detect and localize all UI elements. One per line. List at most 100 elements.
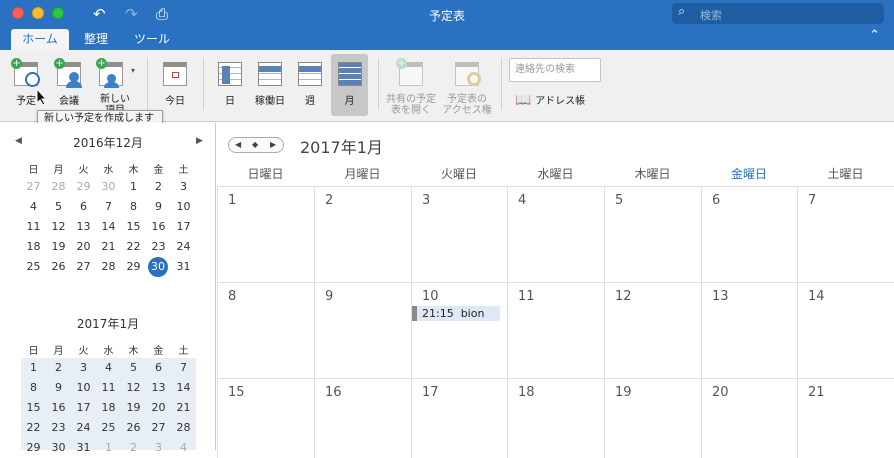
mini-day[interactable]: 8 [21, 379, 46, 397]
day-cell[interactable]: 5 [604, 186, 702, 283]
mini-day[interactable]: 4 [96, 359, 121, 377]
day-cell[interactable]: 15 [217, 378, 315, 458]
mini-day[interactable]: 31 [171, 258, 196, 276]
previous-icon[interactable]: ◀ [235, 140, 241, 149]
mini-day[interactable]: 22 [21, 419, 46, 437]
day-cell[interactable]: 13 [701, 282, 798, 379]
mini-day[interactable]: 18 [96, 399, 121, 417]
workweek-view-button[interactable]: 稼働日 [252, 54, 288, 116]
mini-day[interactable]: 24 [71, 419, 96, 437]
next-icon[interactable]: ▶ [270, 140, 276, 149]
day-cell[interactable]: 1 [217, 186, 315, 283]
mini-day[interactable]: 30 [148, 257, 168, 277]
day-cell[interactable]: 16 [314, 378, 412, 458]
mini-day[interactable]: 9 [46, 379, 71, 397]
today-button[interactable]: 今日 [160, 54, 190, 116]
calendar-event[interactable]: 21:15 bion [412, 306, 500, 321]
mini-day[interactable]: 27 [146, 419, 171, 437]
mini-day[interactable]: 4 [171, 439, 196, 457]
week-view-button[interactable]: 週 [294, 54, 326, 116]
mini-day[interactable]: 19 [121, 399, 146, 417]
mini-day[interactable]: 21 [96, 238, 121, 256]
mini-day[interactable]: 3 [71, 359, 96, 377]
day-cell[interactable]: 17 [411, 378, 508, 458]
day-cell[interactable]: 10 [411, 282, 508, 379]
mini-day[interactable]: 1 [96, 439, 121, 457]
meeting-button[interactable]: + 会議 [52, 54, 86, 116]
mini-day[interactable]: 23 [146, 238, 171, 256]
day-cell[interactable]: 7 [797, 186, 894, 283]
mini-day[interactable]: 2 [121, 439, 146, 457]
mini-day[interactable]: 20 [146, 399, 171, 417]
mini-day[interactable]: 3 [171, 178, 196, 196]
mini-day[interactable]: 29 [121, 258, 146, 276]
mini-day[interactable]: 7 [96, 198, 121, 216]
mini-day[interactable]: 6 [146, 359, 171, 377]
day-cell[interactable]: 8 [217, 282, 315, 379]
day-cell[interactable]: 2 [314, 186, 412, 283]
mini-day[interactable]: 5 [46, 198, 71, 216]
mini-day[interactable]: 7 [171, 359, 196, 377]
search-input[interactable]: ⌕ 検索 [672, 3, 884, 24]
day-cell[interactable]: 20 [701, 378, 798, 458]
mini-day[interactable]: 31 [71, 439, 96, 457]
mini-day[interactable]: 29 [21, 439, 46, 457]
mini-day[interactable]: 1 [21, 359, 46, 377]
mini-day[interactable]: 9 [146, 198, 171, 216]
open-shared-calendar-button[interactable]: + 共有の予定 表を開く [385, 54, 437, 116]
mini-day[interactable]: 28 [46, 178, 71, 196]
mini-day[interactable]: 24 [171, 238, 196, 256]
mini-day[interactable]: 26 [46, 258, 71, 276]
mini-day[interactable]: 14 [171, 379, 196, 397]
mini-day[interactable]: 30 [46, 439, 71, 457]
mini-day[interactable]: 12 [46, 218, 71, 236]
today-diamond-icon[interactable]: ◆ [252, 140, 258, 149]
month-view-button[interactable]: 月 [331, 54, 368, 116]
mini-day[interactable]: 5 [121, 359, 146, 377]
mini-day[interactable]: 30 [96, 178, 121, 196]
mini-day[interactable]: 26 [121, 419, 146, 437]
mini-day[interactable]: 3 [146, 439, 171, 457]
day-view-button[interactable]: 日 [214, 54, 246, 116]
day-cell[interactable]: 14 [797, 282, 894, 379]
mini-day[interactable]: 28 [96, 258, 121, 276]
new-appointment-button[interactable]: + 予定 [8, 54, 44, 116]
mini-day[interactable]: 10 [171, 198, 196, 216]
day-cell[interactable]: 18 [507, 378, 605, 458]
mini-day[interactable]: 14 [96, 218, 121, 236]
mini-day[interactable]: 11 [96, 379, 121, 397]
mini-day[interactable]: 6 [71, 198, 96, 216]
mini-day[interactable]: 18 [21, 238, 46, 256]
mini-day[interactable]: 27 [71, 258, 96, 276]
mini-day[interactable]: 25 [21, 258, 46, 276]
mini-day[interactable]: 15 [121, 218, 146, 236]
mini-day[interactable]: 22 [121, 238, 146, 256]
mini-day[interactable]: 27 [21, 178, 46, 196]
day-cell[interactable]: 9 [314, 282, 412, 379]
mini-day[interactable]: 19 [46, 238, 71, 256]
mini-day[interactable]: 10 [71, 379, 96, 397]
mini-day[interactable]: 23 [46, 419, 71, 437]
mini-day[interactable]: 13 [146, 379, 171, 397]
mini-day[interactable]: 11 [21, 218, 46, 236]
mini-day[interactable]: 8 [121, 198, 146, 216]
mini-day[interactable]: 15 [21, 399, 46, 417]
mini-day[interactable]: 25 [96, 419, 121, 437]
day-cell[interactable]: 12 [604, 282, 702, 379]
day-cell[interactable]: 3 [411, 186, 508, 283]
tab-tools[interactable]: ツール [126, 29, 178, 50]
tab-organize[interactable]: 整理 [74, 29, 118, 50]
mini-day[interactable]: 20 [71, 238, 96, 256]
mini-day[interactable]: 17 [171, 218, 196, 236]
mini-day[interactable]: 2 [46, 359, 71, 377]
day-cell[interactable]: 4 [507, 186, 605, 283]
mini-day[interactable]: 13 [71, 218, 96, 236]
collapse-ribbon-icon[interactable]: ⌃ [869, 28, 880, 43]
mini-day[interactable]: 21 [171, 399, 196, 417]
calendar-permissions-button[interactable]: 予定表の アクセス権 [441, 54, 493, 116]
next-month-icon[interactable]: ▶ [196, 136, 203, 146]
mini-day[interactable]: 12 [121, 379, 146, 397]
day-cell[interactable]: 21 [797, 378, 894, 458]
day-cell[interactable]: 19 [604, 378, 702, 458]
tab-home[interactable]: ホーム [11, 29, 69, 50]
